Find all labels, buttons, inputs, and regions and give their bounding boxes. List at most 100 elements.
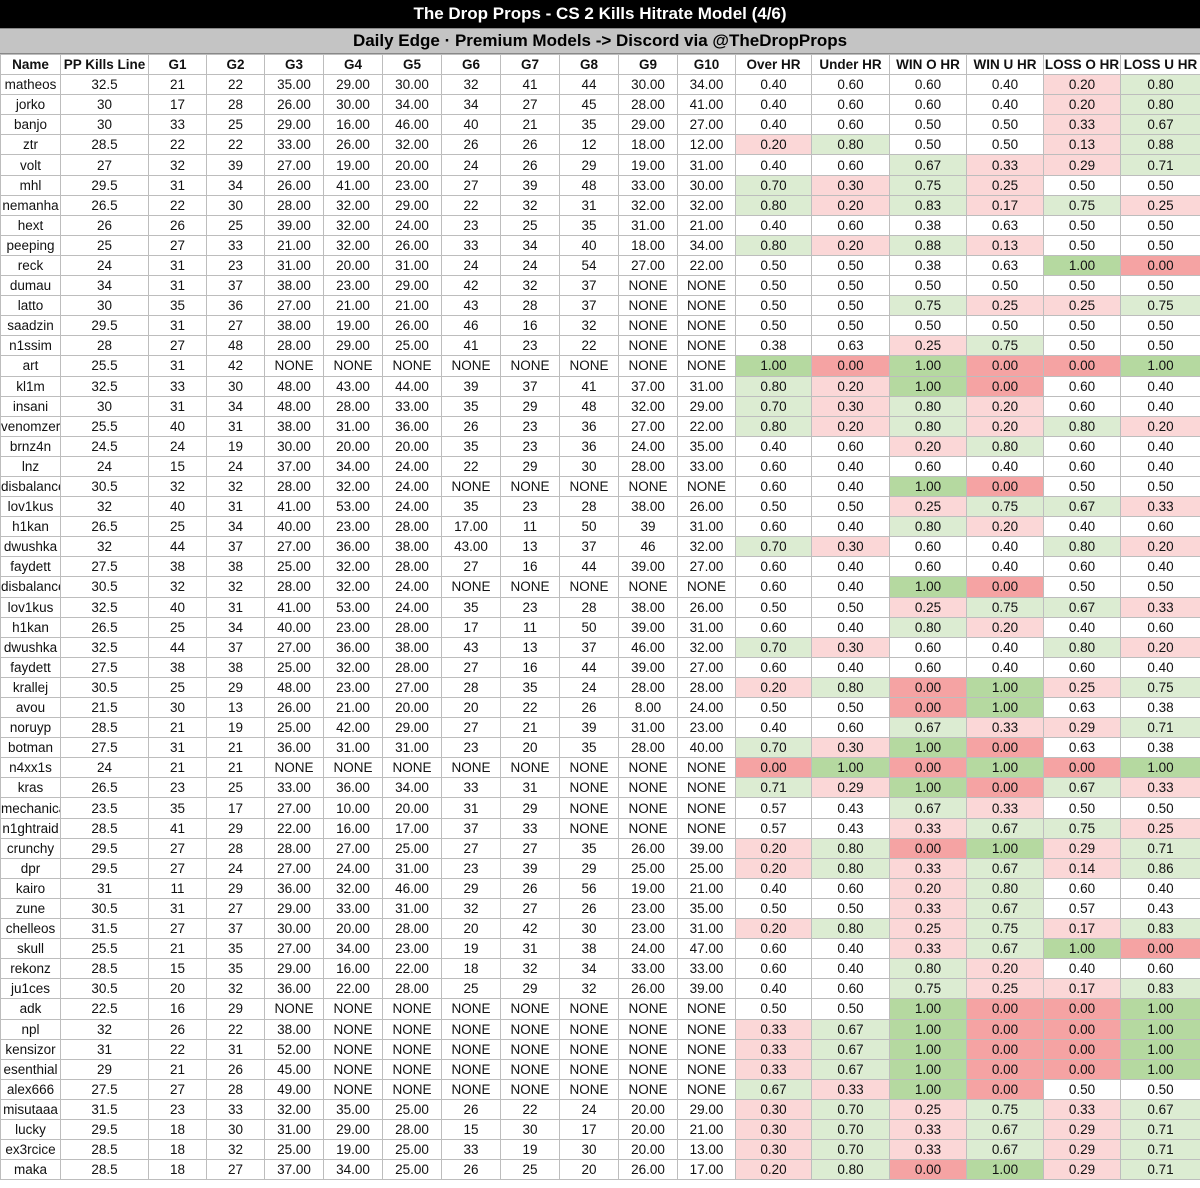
table-cell[interactable]: 34.00 [323,1159,383,1181]
table-cell[interactable]: 0.00 [966,1078,1044,1100]
table-cell[interactable]: NONE [382,355,442,377]
table-cell[interactable]: NONE [500,1078,560,1100]
table-cell[interactable]: 44 [148,536,207,558]
table-cell[interactable]: 0.40 [1120,395,1200,417]
table-cell[interactable]: 0.00 [966,576,1044,598]
table-cell[interactable]: NONE [323,1078,383,1100]
table-cell[interactable]: 27.5 [60,1078,149,1100]
table-cell[interactable]: 22.00 [264,817,324,839]
table-cell[interactable]: 0.60 [889,536,967,558]
table-cell[interactable]: 0.20 [889,435,967,457]
table-cell[interactable]: 30 [206,1118,265,1141]
table-cell[interactable]: 0.00 [1043,757,1121,779]
table-cell[interactable]: 0.60 [735,516,812,538]
table-cell[interactable]: 0.86 [1120,857,1200,879]
table-cell[interactable]: 0.40 [966,455,1044,477]
table-cell[interactable]: 36.00 [323,777,383,799]
table-cell[interactable]: 27 [148,837,207,859]
table-cell[interactable]: 26 [500,134,560,156]
table-cell[interactable]: 22 [441,455,501,477]
player-name-cell[interactable]: faydett [0,556,61,578]
table-cell[interactable]: 0.50 [1043,275,1121,297]
table-cell[interactable]: 0.50 [811,897,890,920]
column-header[interactable]: WIN O HR [889,53,967,76]
table-cell[interactable]: 1.00 [889,1078,967,1100]
table-cell[interactable]: 0.00 [889,696,967,719]
table-cell[interactable]: NONE [618,998,678,1020]
table-cell[interactable]: 0.00 [889,757,967,779]
table-cell[interactable]: 0.50 [735,496,812,518]
table-cell[interactable]: 0.40 [966,636,1044,658]
table-cell[interactable]: 32.5 [60,375,149,397]
table-cell[interactable]: 29 [559,154,619,176]
table-cell[interactable]: 0.33 [966,717,1044,739]
player-name-cell[interactable]: misutaaa [0,1098,61,1120]
table-cell[interactable]: 35 [559,737,619,759]
table-cell[interactable]: 20.00 [618,1098,678,1120]
table-cell[interactable]: 0.00 [1120,254,1200,277]
player-name-cell[interactable]: kras [0,777,61,799]
table-cell[interactable]: 23 [500,335,560,357]
table-cell[interactable]: 0.50 [735,295,812,317]
table-cell[interactable]: 24 [60,254,149,277]
table-cell[interactable]: 0.50 [735,596,812,618]
table-cell[interactable]: 0.70 [811,1098,890,1120]
table-cell[interactable]: 21.00 [677,877,736,899]
table-cell[interactable]: 24 [441,154,501,176]
player-name-cell[interactable]: chelleos [0,918,61,940]
table-cell[interactable]: 38 [206,656,265,678]
table-cell[interactable]: NONE [559,576,619,598]
table-cell[interactable]: 28 [206,837,265,859]
table-cell[interactable]: 0.80 [811,837,890,859]
table-cell[interactable]: 0.14 [1043,857,1121,879]
table-cell[interactable]: 0.33 [889,1139,967,1161]
table-cell[interactable]: NONE [677,275,736,297]
table-cell[interactable]: 28 [500,295,560,317]
table-cell[interactable]: 24 [60,455,149,477]
table-cell[interactable]: 32 [60,536,149,558]
table-cell[interactable]: 0.67 [966,817,1044,839]
table-cell[interactable]: 33 [148,375,207,397]
table-cell[interactable]: 0.80 [889,516,967,538]
table-cell[interactable]: 23 [500,596,560,618]
player-name-cell[interactable]: saadzin [0,315,61,337]
table-cell[interactable]: 24 [60,757,149,779]
table-cell[interactable]: 0.50 [1120,335,1200,357]
table-cell[interactable]: 23.00 [323,676,383,699]
table-cell[interactable]: 15 [441,1118,501,1141]
table-cell[interactable]: 0.00 [889,1159,967,1181]
table-cell[interactable]: 23.00 [323,275,383,297]
table-cell[interactable]: 1.00 [889,355,967,377]
table-cell[interactable]: 20.00 [323,918,383,940]
table-cell[interactable]: 0.75 [966,596,1044,618]
table-cell[interactable]: 0.40 [811,516,890,538]
table-cell[interactable]: 1.00 [889,1018,967,1040]
table-cell[interactable]: 0.20 [889,877,967,899]
table-cell[interactable]: 32 [206,475,265,498]
table-cell[interactable]: 37 [559,536,619,558]
table-cell[interactable]: 0.40 [1043,616,1121,638]
table-cell[interactable]: 0.30 [811,395,890,417]
table-cell[interactable]: 43 [441,295,501,317]
table-cell[interactable]: 19.00 [323,315,383,337]
table-cell[interactable]: 0.20 [811,415,890,437]
table-cell[interactable]: 0.50 [1120,234,1200,256]
table-cell[interactable]: 27 [60,154,149,176]
table-cell[interactable]: 31 [148,254,207,277]
table-cell[interactable]: 24 [206,857,265,879]
table-cell[interactable]: 37 [206,536,265,558]
table-cell[interactable]: 27.00 [264,938,324,960]
table-cell[interactable]: 0.33 [889,1118,967,1141]
table-cell[interactable]: 20 [441,696,501,719]
table-cell[interactable]: 0.67 [889,154,967,176]
table-cell[interactable]: 0.75 [1043,194,1121,216]
table-cell[interactable]: 0.75 [1120,676,1200,699]
table-cell[interactable]: 25 [148,516,207,538]
table-cell[interactable]: 0.75 [1120,295,1200,317]
table-cell[interactable]: 27 [500,837,560,859]
player-name-cell[interactable]: dwushka [0,536,61,558]
table-cell[interactable]: 0.40 [811,938,890,960]
table-cell[interactable]: 0.40 [811,576,890,598]
table-cell[interactable]: 0.00 [1043,1018,1121,1040]
table-cell[interactable]: 26.00 [382,234,442,256]
